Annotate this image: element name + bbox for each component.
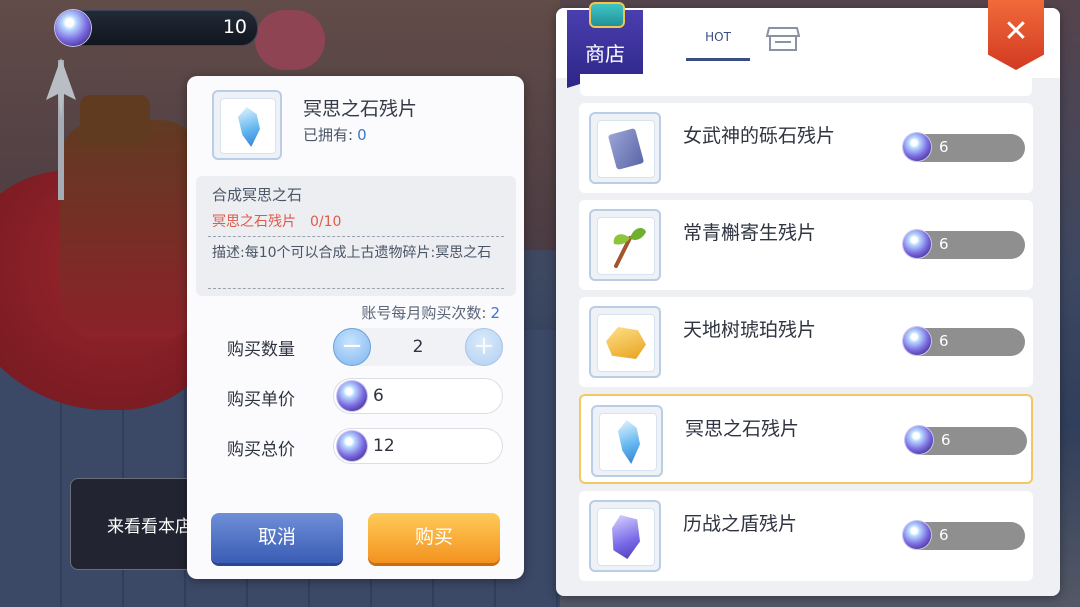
shop-item-name: 天地树琥珀残片 — [683, 319, 817, 341]
item-icon-frame — [589, 209, 661, 281]
item-icon-frame — [591, 405, 663, 477]
stone-icon — [607, 127, 645, 171]
gem-icon — [905, 426, 933, 454]
currency-amount: 10 — [222, 16, 247, 38]
divider — [208, 236, 504, 237]
item-icon-frame — [589, 112, 661, 184]
shop-item-5[interactable]: 历战之盾残片 6 — [579, 491, 1033, 581]
craft-title: 合成冥思之石 — [212, 186, 303, 204]
price-badge: 6 — [903, 521, 1025, 550]
price-badge: 6 — [905, 426, 1027, 455]
store-icon[interactable] — [766, 26, 800, 52]
crystal-shard-icon — [238, 107, 260, 147]
unit-price-label: 购买单价 — [227, 390, 295, 410]
price-value: 6 — [939, 235, 949, 253]
item-name: 冥思之石残片 — [303, 98, 418, 120]
tab-hot[interactable]: HOT — [686, 30, 750, 44]
price-badge: 6 — [903, 133, 1025, 162]
npc-dialog-text: 来看看本店 — [107, 517, 192, 537]
owned-count: 已拥有: 0 — [303, 124, 367, 145]
tab-active-indicator — [686, 58, 750, 61]
buy-button[interactable]: 购买 — [368, 513, 500, 563]
craft-requirement-count: 0/10 — [310, 214, 342, 230]
total-price-field: 12 — [333, 428, 503, 464]
total-price-label: 购买总价 — [227, 440, 295, 460]
craft-requirement: 冥思之石残片 0/10 — [212, 211, 341, 231]
quantity-label: 购买数量 — [227, 340, 295, 360]
divider — [208, 288, 504, 289]
shop-item-name: 女武神的砾石残片 — [683, 125, 836, 147]
purchase-dialog: 冥思之石残片 已拥有: 0 合成冥思之石 冥思之石残片 0/10 描述:每10个可以… — [187, 76, 524, 579]
list-item-partial[interactable] — [580, 74, 1032, 96]
price-value: 6 — [941, 431, 951, 449]
cancel-button[interactable]: 取消 — [211, 513, 343, 563]
gem-icon — [903, 133, 931, 161]
item-icon-frame — [589, 500, 661, 572]
sprout-icon — [613, 228, 646, 268]
unit-price-field: 6 — [333, 378, 503, 414]
purchase-limit-label: 账号每月购买次数: — [361, 304, 487, 322]
gem-icon — [337, 381, 367, 411]
price-value: 6 — [939, 332, 949, 350]
owned-value: 0 — [357, 126, 367, 144]
total-price-value: 12 — [373, 436, 395, 456]
gem-icon — [903, 521, 931, 549]
amber-icon — [606, 327, 646, 359]
price-badge: 6 — [903, 230, 1025, 259]
npc-dialog-box[interactable]: 来看看本店 — [70, 478, 202, 570]
price-value: 6 — [939, 526, 949, 544]
shop-title: 商店 — [585, 42, 625, 66]
crystal-shard-icon — [618, 420, 640, 464]
shop-item-1[interactable]: 女武神的砾石残片 6 — [579, 103, 1033, 193]
item-icon-frame — [212, 90, 282, 160]
shop-item-3[interactable]: 天地树琥珀残片 6 — [579, 297, 1033, 387]
gem-icon — [903, 230, 931, 258]
treasure-chest-icon — [589, 2, 625, 28]
shop-item-2[interactable]: 常青槲寄生残片 6 — [579, 200, 1033, 290]
shop-item-name: 常青槲寄生残片 — [683, 222, 817, 244]
shop-item-name: 冥思之石残片 — [685, 418, 800, 440]
currency-bar: 10 — [55, 10, 258, 46]
shield-shard-icon — [612, 515, 640, 559]
close-icon: ✕ — [1003, 14, 1029, 49]
plus-icon: + — [473, 331, 495, 361]
gem-icon — [337, 431, 367, 461]
owned-label: 已拥有: — [303, 126, 354, 144]
purchase-limit-value: 2 — [490, 304, 500, 322]
unit-price-value: 6 — [373, 386, 384, 406]
shop-item-name: 历战之盾残片 — [683, 513, 798, 535]
craft-requirement-name: 冥思之石残片 — [212, 214, 296, 230]
quantity-stepper: − 2 + — [333, 328, 503, 366]
gem-icon — [903, 327, 931, 355]
item-info-box: 合成冥思之石 冥思之石残片 0/10 描述:每10个可以合成上古遗物碎片:冥思之石 — [196, 176, 516, 296]
item-description: 描述:每10个可以合成上古遗物碎片:冥思之石 — [212, 245, 492, 261]
price-badge: 6 — [903, 327, 1025, 356]
purchase-limit: 账号每月购买次数: 2 — [361, 302, 500, 323]
price-value: 6 — [939, 138, 949, 156]
close-button[interactable]: ✕ — [988, 0, 1044, 70]
increase-quantity-button[interactable]: + — [465, 328, 503, 366]
item-icon-frame — [589, 306, 661, 378]
gem-icon — [55, 10, 91, 46]
shop-item-4-selected[interactable]: 冥思之石残片 6 — [579, 394, 1033, 484]
